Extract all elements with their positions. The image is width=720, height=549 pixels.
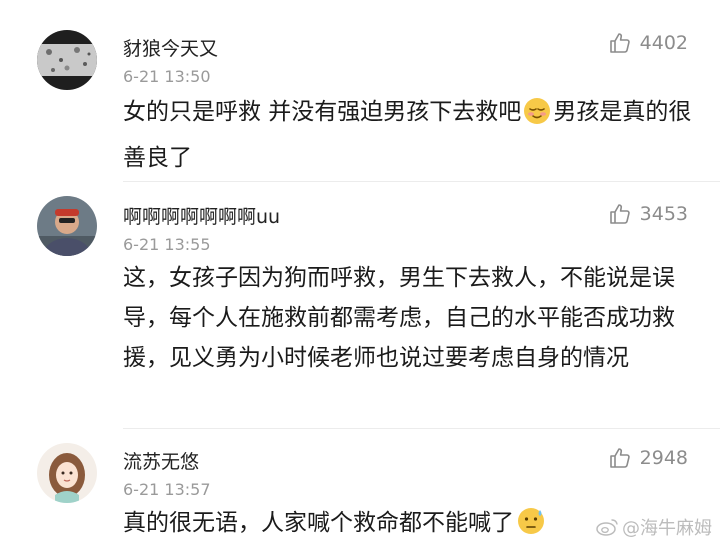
comment-text: 这，女孩子因为狗而呼救，男生下去救人，不能说是误导，每个人在施救前都需考虑，自己… [123, 265, 675, 371]
avatar[interactable] [37, 196, 97, 256]
comment-time: 6-21 13:55 [123, 235, 211, 254]
avatar[interactable] [37, 30, 97, 90]
watermark: @海牛麻姆 [596, 514, 712, 540]
comment-time: 6-21 13:50 [123, 67, 211, 86]
like-count: 4402 [639, 32, 688, 54]
comment-time: 6-21 13:57 [123, 480, 211, 499]
thumbs-up-icon [609, 33, 630, 53]
like-button[interactable]: 2948 [608, 446, 688, 470]
sweat-face-emoji [516, 506, 546, 549]
watermark-text: @海牛麻姆 [622, 518, 712, 539]
weibo-logo-icon [596, 519, 618, 536]
relieved-face-emoji [523, 97, 551, 138]
thumbs-up-icon [609, 204, 630, 224]
like-count: 3453 [639, 203, 688, 225]
like-button[interactable]: 4402 [608, 31, 688, 55]
like-count: 2948 [639, 447, 688, 469]
username[interactable]: 流苏无悠 [123, 447, 199, 474]
comment-item: 啊啊啊啊啊啊啊uu 6-21 13:55 3453 这，女孩子因为狗而呼救，男生… [0, 182, 720, 430]
like-button[interactable]: 3453 [608, 202, 688, 226]
comment-item: 豺狼今天又 6-21 13:50 4402 女的只是呼救 并没有强迫男孩下去救吧… [0, 0, 720, 180]
comment-text: 女的只是呼救 并没有强迫男孩下去救吧 男孩是真的很善良了 [123, 97, 692, 171]
username[interactable]: 豺狼今天又 [123, 34, 218, 61]
thumbs-up-icon [609, 448, 630, 468]
username[interactable]: 啊啊啊啊啊啊啊uu [123, 202, 280, 229]
avatar[interactable] [37, 443, 97, 503]
